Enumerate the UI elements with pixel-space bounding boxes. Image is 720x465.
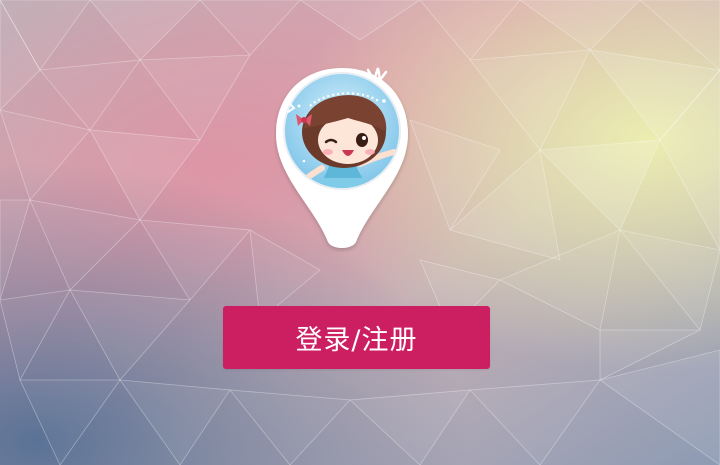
avatar[interactable]	[274, 66, 410, 252]
login-register-button[interactable]: 登录/注册	[223, 306, 490, 369]
cartoon-girl-avatar-icon	[276, 67, 408, 248]
